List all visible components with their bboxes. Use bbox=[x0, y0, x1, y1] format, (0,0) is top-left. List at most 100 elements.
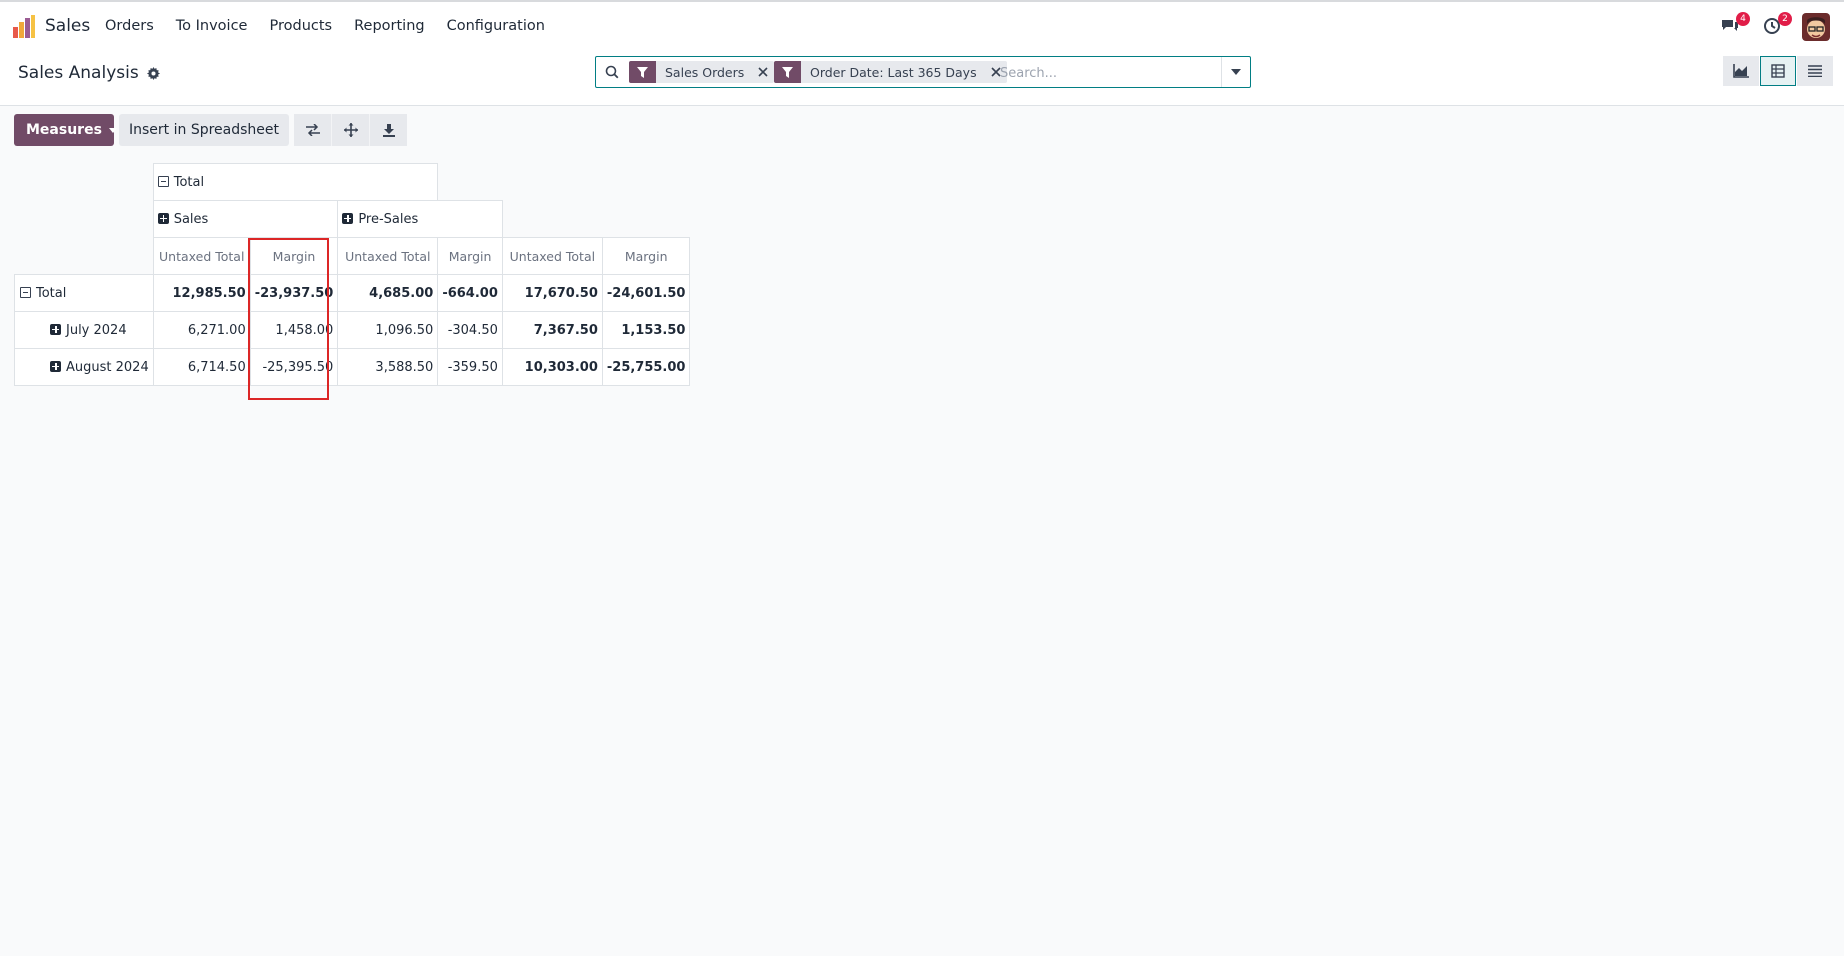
graph-view-button[interactable] bbox=[1723, 56, 1759, 86]
user-avatar[interactable] bbox=[1802, 13, 1830, 41]
pivot-cell[interactable]: -359.50 bbox=[437, 348, 503, 386]
control-panel: Sales Analysis Sales Orders Order Date: … bbox=[0, 50, 1844, 106]
pivot-corner bbox=[15, 238, 154, 275]
measures-button[interactable]: Measures bbox=[14, 114, 117, 146]
measure-header[interactable]: Untaxed Total bbox=[152, 237, 251, 275]
search-facet-sales-orders: Sales Orders bbox=[629, 61, 775, 83]
expand-icon bbox=[50, 323, 61, 335]
breadcrumb: Sales Analysis bbox=[18, 63, 160, 83]
filter-icon bbox=[629, 61, 656, 83]
pivot-row-july-2024: July 2024 6,271.00 1,458.00 1,096.50 -30… bbox=[14, 311, 691, 349]
pivot-cell[interactable]: -24,601.50 bbox=[601, 274, 691, 312]
pivot-corner bbox=[15, 201, 154, 238]
menu-item-to-invoice[interactable]: To Invoice bbox=[176, 18, 248, 34]
col-header-label: Sales bbox=[173, 211, 209, 227]
measure-header[interactable]: Margin bbox=[601, 237, 691, 275]
pivot-cell[interactable]: 12,985.50 bbox=[152, 274, 251, 312]
app-name[interactable]: Sales bbox=[45, 16, 90, 36]
pivot-row-total: Total 12,985.50 -23,937.50 4,685.00 -664… bbox=[14, 274, 691, 312]
activities-badge: 2 bbox=[1778, 12, 1792, 26]
exchange-icon bbox=[305, 124, 320, 136]
search-bar: Sales Orders Order Date: Last 365 Days bbox=[595, 56, 1251, 88]
measure-header[interactable]: Untaxed Total bbox=[501, 237, 603, 275]
messages-badge: 4 bbox=[1736, 12, 1750, 26]
collapse-icon bbox=[20, 286, 31, 298]
close-icon bbox=[758, 67, 768, 77]
caret-down-icon bbox=[1231, 69, 1241, 75]
pivot-cell[interactable]: 4,685.00 bbox=[337, 274, 439, 312]
pivot-cell[interactable]: -25,395.50 bbox=[249, 348, 339, 386]
view-switcher bbox=[1722, 56, 1833, 86]
col-header-sales[interactable]: Sales bbox=[152, 200, 339, 238]
measures-label: Measures bbox=[26, 122, 102, 138]
facet-label: Order Date: Last 365 Days bbox=[810, 64, 977, 80]
download-button[interactable] bbox=[369, 114, 408, 146]
list-icon bbox=[1808, 65, 1822, 77]
pivot-cell[interactable]: -664.00 bbox=[437, 274, 503, 312]
pivot-spacer bbox=[438, 164, 690, 201]
measure-header[interactable]: Untaxed Total bbox=[337, 237, 439, 275]
pivot-cell[interactable]: -25,755.00 bbox=[601, 348, 691, 386]
expand-icon bbox=[342, 212, 354, 224]
caret-down-icon bbox=[108, 127, 117, 133]
pivot-cell[interactable]: 10,303.00 bbox=[501, 348, 603, 386]
pivot-view-button[interactable] bbox=[1760, 56, 1796, 86]
col-header-total[interactable]: Total bbox=[152, 163, 439, 201]
col-header-pre-sales[interactable]: Pre-Sales bbox=[337, 200, 503, 238]
pivot-cell[interactable]: -304.50 bbox=[437, 311, 503, 349]
row-header-label: August 2024 bbox=[66, 359, 149, 375]
search-options-toggle[interactable] bbox=[1221, 57, 1250, 87]
arrows-icon bbox=[343, 123, 358, 137]
main-menu: Orders To Invoice Products Reporting Con… bbox=[105, 18, 567, 34]
expand-icon bbox=[157, 212, 169, 224]
row-header-august-2024[interactable]: August 2024 bbox=[14, 348, 154, 386]
search-facet-order-date: Order Date: Last 365 Days bbox=[774, 61, 1007, 83]
area-chart-icon bbox=[1733, 64, 1749, 78]
remove-facet-button[interactable] bbox=[752, 61, 774, 83]
col-header-label: Pre-Sales bbox=[358, 211, 419, 227]
search-input[interactable] bbox=[998, 61, 1217, 85]
pivot-cell[interactable]: 7,367.50 bbox=[501, 311, 603, 349]
expand-icon bbox=[50, 360, 61, 372]
pivot-corner bbox=[15, 164, 154, 201]
pivot-cell[interactable]: 1,096.50 bbox=[337, 311, 439, 349]
pivot-cell[interactable]: 1,153.50 bbox=[601, 311, 691, 349]
list-view-button[interactable] bbox=[1797, 56, 1833, 86]
search-icon[interactable] bbox=[605, 65, 619, 79]
measure-header[interactable]: Margin bbox=[249, 237, 339, 275]
activities-button[interactable]: 2 bbox=[1762, 12, 1792, 38]
pivot-toolbar: Measures Insert in Spreadsheet bbox=[14, 114, 408, 146]
pivot-cell[interactable]: 3,588.50 bbox=[337, 348, 439, 386]
pivot-cell[interactable]: 6,271.00 bbox=[152, 311, 251, 349]
pivot-spacer bbox=[502, 201, 690, 238]
row-header-label: July 2024 bbox=[66, 322, 127, 338]
messages-button[interactable]: 4 bbox=[1720, 12, 1750, 38]
pivot-row-august-2024: August 2024 6,714.50 -25,395.50 3,588.50… bbox=[14, 348, 691, 386]
pivot-cell[interactable]: 1,458.00 bbox=[249, 311, 339, 349]
pivot-actions bbox=[294, 114, 408, 146]
pivot-cell[interactable]: 6,714.50 bbox=[152, 348, 251, 386]
insert-in-spreadsheet-button[interactable]: Insert in Spreadsheet bbox=[119, 114, 290, 146]
menu-item-products[interactable]: Products bbox=[269, 18, 332, 34]
pivot-cell[interactable]: 17,670.50 bbox=[501, 274, 603, 312]
pivot-table-icon bbox=[1771, 64, 1785, 78]
col-header-label: Total bbox=[173, 174, 205, 190]
row-header-total[interactable]: Total bbox=[14, 274, 154, 312]
sales-app-icon[interactable] bbox=[12, 15, 36, 39]
expand-all-button[interactable] bbox=[331, 114, 370, 146]
flip-axis-button[interactable] bbox=[294, 114, 332, 146]
pivot-table: Total Sales Pre-Sales Untaxed Total Marg… bbox=[14, 163, 691, 386]
row-header-label: Total bbox=[36, 285, 67, 301]
page-title: Sales Analysis bbox=[18, 63, 139, 83]
menu-item-orders[interactable]: Orders bbox=[105, 18, 154, 34]
menu-item-configuration[interactable]: Configuration bbox=[447, 18, 545, 34]
download-icon bbox=[382, 123, 395, 137]
top-navbar: Sales Orders To Invoice Products Reporti… bbox=[0, 0, 1844, 50]
filter-icon bbox=[774, 61, 801, 83]
measure-header[interactable]: Margin bbox=[437, 237, 503, 275]
pivot-cell[interactable]: -23,937.50 bbox=[249, 274, 339, 312]
systray: 4 2 bbox=[1704, 2, 1844, 50]
gear-icon[interactable] bbox=[146, 66, 160, 80]
menu-item-reporting[interactable]: Reporting bbox=[354, 18, 425, 34]
row-header-july-2024[interactable]: July 2024 bbox=[14, 311, 154, 349]
